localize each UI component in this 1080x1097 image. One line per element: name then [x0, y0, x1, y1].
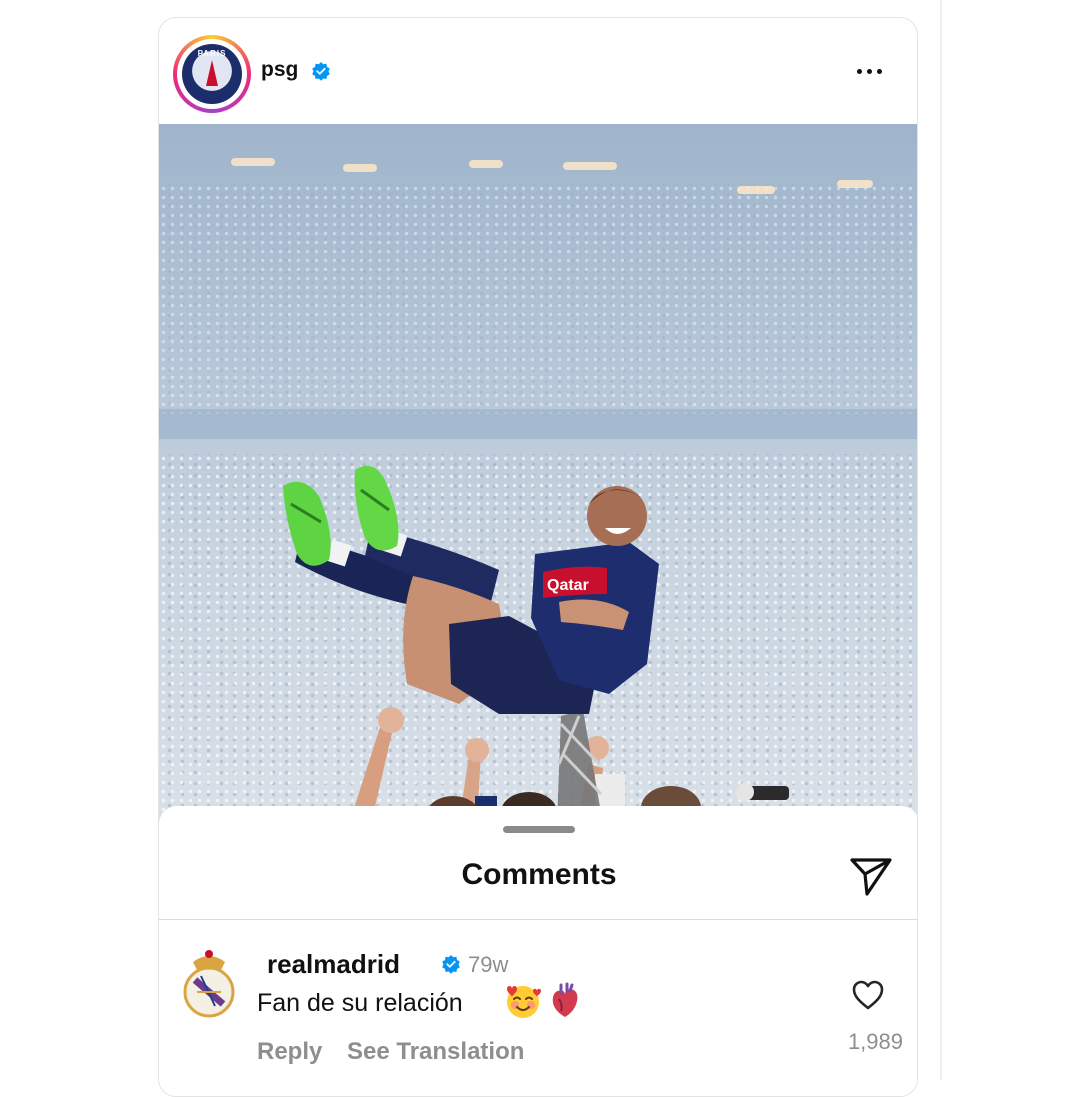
smiling-face-with-hearts-emoji-icon [507, 986, 541, 1018]
post-photo[interactable]: Qatar [159, 124, 917, 824]
see-translation-button[interactable]: See Translation [347, 1038, 524, 1066]
story-ring-avatar[interactable]: PARIS [173, 35, 251, 113]
comment-timestamp: 79w [468, 952, 509, 977]
verified-badge-icon [312, 62, 330, 81]
more-options-icon[interactable] [849, 56, 889, 86]
page-divider [940, 0, 942, 1080]
sheet-drag-handle[interactable] [503, 826, 575, 833]
post-username[interactable]: psg [261, 58, 298, 82]
instagram-post-card: PARIS psg Qatar Comments realmadrid 79w … [158, 17, 918, 1097]
reply-button[interactable]: Reply [257, 1038, 322, 1066]
real-madrid-crest-logo-icon[interactable] [181, 946, 237, 1018]
comments-title: Comments [461, 858, 617, 891]
comment-text: Fan de su relación [257, 989, 463, 1017]
comment-username[interactable]: realmadrid [267, 949, 400, 980]
player-celebration-illustration: Qatar [283, 465, 789, 824]
shirt-sponsor-text: Qatar [547, 577, 589, 594]
sheet-divider [159, 919, 917, 920]
psg-crest-logo-icon: PARIS [182, 44, 242, 104]
send-icon[interactable] [849, 856, 893, 898]
like-count: 1,989 [847, 1029, 903, 1054]
post-header: PARIS psg [159, 18, 917, 124]
comments-sheet: Comments realmadrid 79w Fan de su relaci… [159, 806, 917, 1096]
anatomical-heart-emoji-icon [552, 982, 578, 1017]
heart-outline-icon[interactable] [851, 979, 885, 1011]
psg-crest-text: PARIS [197, 49, 227, 58]
verified-badge-icon [442, 955, 460, 974]
